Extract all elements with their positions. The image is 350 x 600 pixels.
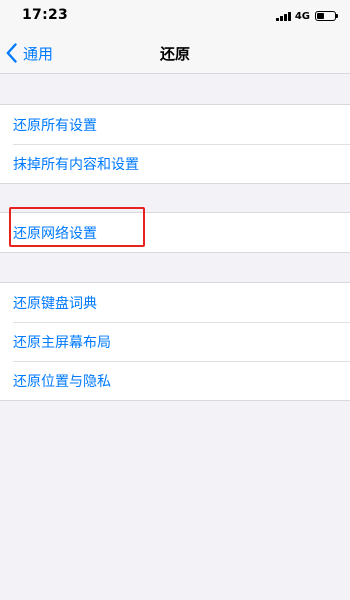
row-label: 还原主屏幕布局 (13, 334, 111, 351)
reset-all-settings-row[interactable]: 还原所有设置 (0, 105, 350, 144)
settings-group-network: 还原网络设置 (0, 212, 350, 253)
navigation-bar: 通用 还原 (0, 32, 350, 74)
reset-keyboard-dictionary-row[interactable]: 还原键盘词典 (0, 283, 350, 322)
row-label: 还原网络设置 (13, 225, 97, 242)
row-label: 抹掉所有内容和设置 (13, 156, 139, 173)
row-label: 还原键盘词典 (13, 295, 97, 312)
reset-home-screen-layout-row[interactable]: 还原主屏幕布局 (0, 322, 350, 361)
status-indicators: 4G (275, 9, 338, 23)
status-bar: 17:23 4G (0, 0, 350, 32)
settings-group-reset-all: 还原所有设置 抹掉所有内容和设置 (0, 104, 350, 184)
reset-settings-screen: 17:23 4G 通用 还原 还原所有设置 抹掉所有内容和设置 还原网络设置 还… (0, 0, 350, 600)
battery-level (317, 13, 324, 19)
erase-all-content-row[interactable]: 抹掉所有内容和设置 (0, 144, 350, 183)
page-title: 还原 (159, 45, 190, 63)
reset-network-settings-row[interactable]: 还原网络设置 (0, 213, 350, 252)
battery-icon (315, 11, 338, 21)
status-time: 17:23 (22, 7, 69, 23)
network-type: 4G (294, 10, 310, 22)
signal-icon (275, 11, 292, 21)
reset-location-privacy-row[interactable]: 还原位置与隐私 (0, 361, 350, 400)
row-label: 还原位置与隐私 (13, 373, 111, 390)
row-label: 还原所有设置 (13, 117, 97, 134)
settings-group-other: 还原键盘词典 还原主屏幕布局 还原位置与隐私 (0, 282, 350, 401)
